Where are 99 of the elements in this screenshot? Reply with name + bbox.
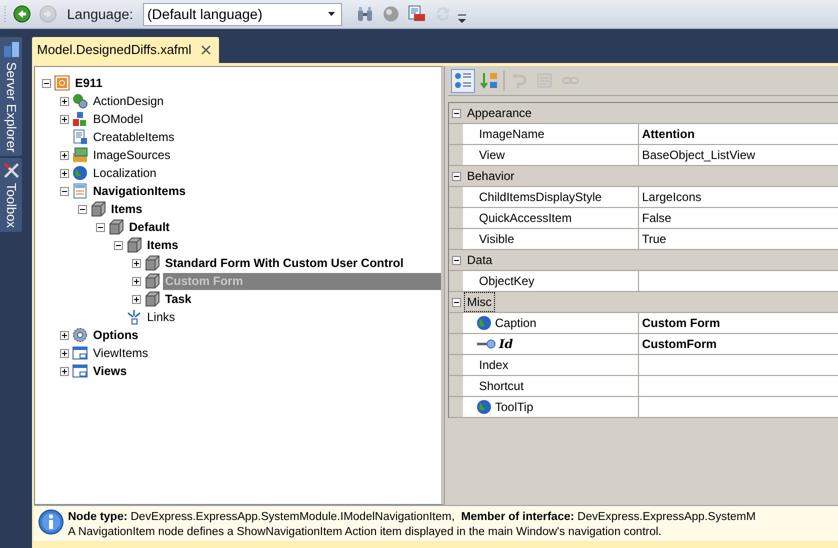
property-value[interactable]: True [639,229,838,249]
collapse-icon[interactable] [113,240,124,250]
tree-item[interactable]: Standard Form With Custom User Control [163,254,406,272]
property-value[interactable]: CustomForm [639,334,838,354]
cube-icon [144,291,160,307]
property-name[interactable]: Visible [463,229,639,249]
binoculars-icon [356,5,374,23]
property-name[interactable]: Shortcut [463,376,639,396]
server-icon [2,41,20,58]
node-description: A NavigationItem node defines a ShowNavigationItem Action item displayed in the main Window's navigation control. [68,525,662,540]
info-icon [38,509,64,535]
tree-item[interactable]: Options [91,326,140,344]
expand-icon[interactable] [59,150,70,160]
property-value[interactable]: LargeIcons [639,187,838,207]
cube-icon [126,237,142,253]
arrow-left-icon [13,5,31,23]
tree-item[interactable]: Task [163,290,194,308]
property-value[interactable]: Attention [639,124,838,144]
grip-icon[interactable] [4,5,7,23]
sort-icon [480,72,498,89]
collapse-icon[interactable] [451,108,462,118]
property-value[interactable]: False [639,208,838,228]
category-label[interactable]: Data [465,251,494,269]
cube-icon [144,273,160,289]
tree-item[interactable]: Items [109,200,144,218]
form-icon [536,72,554,89]
sphere-icon [382,5,400,23]
property-name[interactable]: Caption [463,313,639,333]
tree-item[interactable]: NavigationItems [91,182,188,200]
expand-icon[interactable] [59,330,70,340]
tree-item[interactable]: ImageSources [91,146,172,164]
key-icon [476,339,496,349]
list-icon [72,183,88,199]
caret-icon [328,12,336,16]
links-icon [126,309,142,325]
tree-item[interactable]: ActionDesign [91,92,166,110]
property-name[interactable]: QuickAccessItem [463,208,639,228]
tree-item[interactable]: BOModel [91,110,146,128]
node-type-text: Node type: DevExpress.ExpressApp.SystemModule.IModelNavigationItem, Member of interface: DevExpress.ExpressApp.SystemM [68,510,756,525]
expand-icon[interactable] [131,258,142,268]
gear-icon [72,327,88,343]
arrow-left-button[interactable] [11,3,33,25]
collapse-icon[interactable] [451,254,462,266]
document-tab[interactable]: Model.DesignedDiffs.xafml [32,37,220,63]
close-icon[interactable] [201,45,212,55]
window-icon [72,345,88,361]
document-icon [72,129,88,145]
collapse-icon[interactable] [59,186,70,196]
collapse-icon[interactable] [77,204,88,214]
language-label: Language: [66,4,134,24]
expand-icon[interactable] [59,366,70,376]
app-icon [54,75,70,91]
expand-icon[interactable] [59,168,70,178]
side-tab[interactable]: Toolbox [0,158,22,232]
globe-icon [476,399,492,415]
property-name[interactable]: View [463,145,639,165]
tree-item[interactable]: Links [145,308,178,326]
arrow-right-icon [39,5,57,23]
globe-icon [476,315,492,331]
cube-icon [90,201,106,217]
cube-icon [144,255,160,271]
collapse-icon[interactable] [95,222,106,232]
window-icon [72,363,88,379]
category-label[interactable]: Misc [465,293,494,311]
toolbar-separator [503,70,505,90]
property-name[interactable]: Id [463,334,639,354]
categorized-button[interactable] [451,68,475,92]
cube-icon [108,219,124,235]
tree-item[interactable]: CreatableItems [91,128,176,146]
property-name[interactable]: ToolTip [463,397,639,417]
tree-item[interactable]: ViewItems [91,344,150,362]
globe-icon [72,165,88,181]
expand-icon[interactable] [59,96,70,106]
expand-icon[interactable] [59,114,70,124]
property-value[interactable]: Custom Form [639,313,838,333]
side-tab[interactable]: Server Explorer [0,37,22,156]
collapse-icon[interactable] [41,78,52,88]
language-dropdown[interactable]: (Default language) [143,2,342,26]
property-name[interactable]: ChildItemsDisplayStyle [463,187,639,207]
tree-item[interactable]: E911 [73,74,104,92]
property-name[interactable]: Index [463,355,639,375]
property-name[interactable]: ObjectKey [463,271,639,291]
tree-item[interactable]: Views [91,362,129,380]
images-icon [72,147,88,163]
category-label[interactable]: Behavior [465,167,516,185]
property-name[interactable]: ImageName [463,124,639,144]
collapse-icon[interactable] [451,170,462,182]
expand-icon[interactable] [131,294,142,304]
categorized-icon [454,72,472,89]
expand-icon[interactable] [131,276,142,286]
blocks-icon [72,111,88,127]
property-value[interactable]: BaseObject_ListView [639,145,838,165]
category-label[interactable]: Appearance [465,104,534,122]
document-icon [408,5,426,23]
collapse-icon[interactable] [451,296,462,308]
tree-item[interactable]: Localization [91,164,158,182]
tree-item[interactable]: Items [145,236,180,254]
expand-icon[interactable] [59,348,70,358]
tree-item[interactable]: Default [127,218,172,236]
